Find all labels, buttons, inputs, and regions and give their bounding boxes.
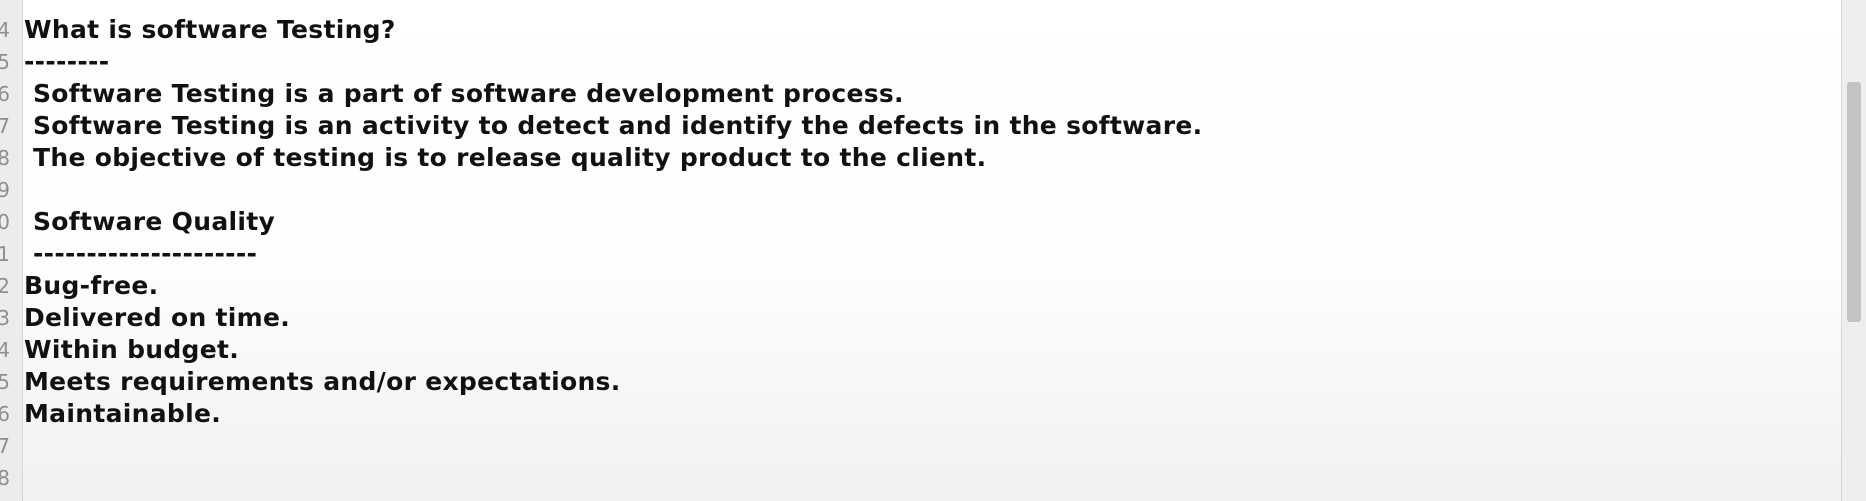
scrollbar-thumb[interactable] bbox=[1847, 82, 1861, 322]
underline-dashes: -------- bbox=[24, 47, 110, 76]
underline-dashes: --------------------- bbox=[24, 239, 258, 268]
line-number-gutter: 4 5 6 7 8 9 0 1 2 3 4 5 6 7 8 bbox=[0, 0, 23, 501]
line-number: 7 bbox=[0, 114, 10, 138]
list-item: Delivered on time. bbox=[24, 303, 291, 332]
line-number: 6 bbox=[0, 402, 10, 426]
line-number: 9 bbox=[0, 178, 10, 202]
text-content-area[interactable]: What is software Testing? -------- Softw… bbox=[24, 0, 1842, 501]
list-item: Meets requirements and/or expectations. bbox=[24, 367, 621, 396]
list-item: Maintainable. bbox=[24, 399, 221, 428]
line-number: 0 bbox=[0, 210, 10, 234]
line-number: 6 bbox=[0, 82, 10, 106]
list-item: Within budget. bbox=[24, 335, 240, 364]
list-item: Bug-free. bbox=[24, 271, 159, 300]
vertical-scrollbar[interactable] bbox=[1841, 0, 1866, 501]
line-number: 4 bbox=[0, 18, 10, 42]
line-number: 8 bbox=[0, 146, 10, 170]
text-line: Software Testing is an activity to detec… bbox=[24, 111, 1203, 140]
line-number: 3 bbox=[0, 306, 10, 330]
heading-line: What is software Testing? bbox=[24, 15, 396, 44]
text-line: Software Testing is a part of software d… bbox=[24, 79, 904, 108]
line-number: 4 bbox=[0, 338, 10, 362]
text-line: The objective of testing is to release q… bbox=[24, 143, 987, 172]
line-number: 7 bbox=[0, 434, 10, 458]
text-editor[interactable]: 4 5 6 7 8 9 0 1 2 3 4 5 6 7 8 What is so… bbox=[0, 0, 1866, 501]
line-number: 2 bbox=[0, 274, 10, 298]
line-number: 1 bbox=[0, 242, 10, 266]
line-number: 5 bbox=[0, 50, 10, 74]
line-number: 8 bbox=[0, 466, 10, 490]
subheading-line: Software Quality bbox=[24, 207, 276, 236]
line-number: 5 bbox=[0, 370, 10, 394]
